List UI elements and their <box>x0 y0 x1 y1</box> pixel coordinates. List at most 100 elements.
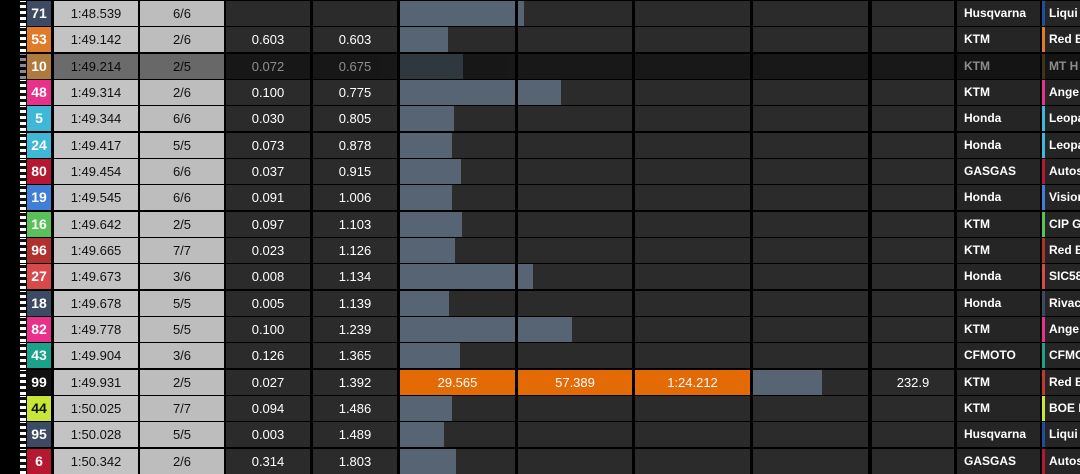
sector-2-cell <box>518 106 632 132</box>
team-cell: MT H <box>1042 53 1080 79</box>
lap-count: 2/5 <box>140 211 224 237</box>
team-name: Leopa <box>1049 111 1080 126</box>
rider-number: 10 <box>27 53 51 79</box>
table-row[interactable]: 99 1:49.931 2/5 0.027 1.392 29.565 57.389 1:24.… <box>0 369 1080 395</box>
table-row[interactable]: 441:50.0257/70.0941.486 KTM BOE M <box>0 395 1080 421</box>
team-name: Red B <box>1049 32 1080 47</box>
top-speed <box>872 132 954 158</box>
manufacturer-name: CFMOTO <box>957 343 1040 369</box>
sector-1-progress-bar <box>400 395 452 421</box>
top-speed <box>872 53 954 79</box>
best-lap-time: 1:50.025 <box>54 395 138 421</box>
sector-2-cell <box>518 185 632 211</box>
manufacturer-name: Honda <box>957 185 1040 211</box>
gap-to-previous: 0.073 <box>226 132 310 158</box>
checkered-flag-icon <box>20 316 26 342</box>
table-row[interactable]: 43 1:49.904 3/6 0.126 1.365 CFMOTO CFMO <box>0 343 1080 369</box>
team-name: Liqui <box>1049 427 1078 442</box>
gap-to-previous: 0.100 <box>226 316 310 342</box>
checkered-flag-icon <box>20 369 26 395</box>
sector-1-cell <box>400 132 515 158</box>
team-color-stripe <box>1042 211 1045 237</box>
team-name: CIP G <box>1049 216 1080 231</box>
sector-4-cell <box>753 290 868 316</box>
sector-2-time: 57.389 <box>518 369 632 395</box>
table-row[interactable]: 96 1:49.665 7/7 0.023 1.126 KTM Red B <box>0 237 1080 263</box>
table-row[interactable]: 241:49.4175/50.0730.878 Honda Leopa <box>0 132 1080 158</box>
team-cell: Ange <box>1042 316 1080 342</box>
rider-number: 27 <box>27 264 51 290</box>
table-row[interactable]: 18 1:49.678 5/5 0.005 1.139 Honda Rivac <box>0 290 1080 316</box>
sector-2-cell <box>518 158 632 184</box>
sector-3-cell <box>635 237 750 263</box>
table-row[interactable]: 16 1:49.642 2/5 0.097 1.103 KTM CIP G <box>0 211 1080 237</box>
checkered-flag-icon <box>20 158 26 184</box>
checkered-flag-icon <box>20 27 26 53</box>
best-lap-time: 1:49.545 <box>54 185 138 211</box>
lap-count: 3/6 <box>140 343 224 369</box>
sector-1-progress-bar <box>400 343 460 369</box>
sector-4-cell <box>753 448 868 474</box>
table-row[interactable]: 191:49.5456/60.0911.006 Honda Vision <box>0 185 1080 211</box>
best-lap-time: 1:49.314 <box>54 79 138 105</box>
team-name: Liqui <box>1049 6 1078 20</box>
sector-1-progress-bar <box>400 132 452 158</box>
sector-1-cell <box>400 237 515 263</box>
checkered-flag-icon <box>20 422 26 448</box>
gap-to-leader: 0.675 <box>313 53 397 79</box>
lap-count: 6/6 <box>140 158 224 184</box>
gap-to-leader: 1.392 <box>313 369 397 395</box>
sector-4-cell <box>753 106 868 132</box>
team-cell: Autos <box>1042 158 1080 184</box>
top-speed <box>872 422 954 448</box>
sector-4-cell <box>753 422 868 448</box>
gap-to-previous <box>226 1 310 26</box>
sector-2-cell <box>518 237 632 263</box>
sector-3-cell <box>635 290 750 316</box>
manufacturer-name: Honda <box>957 290 1040 316</box>
sector-1-cell <box>400 211 515 237</box>
table-row[interactable]: 51:49.3446/60.0300.805 Honda Leopa <box>0 106 1080 132</box>
checkered-flag-icon <box>20 448 26 474</box>
sector-1-cell <box>400 395 515 421</box>
manufacturer-name: Husqvarna <box>957 422 1040 448</box>
sector-2-cell <box>518 132 632 158</box>
gap-to-leader: 0.603 <box>313 27 397 53</box>
gap-to-previous: 0.094 <box>226 395 310 421</box>
table-row[interactable]: 71 1:48.539 6/6 Husqvarna Liqui <box>0 1 1080 26</box>
best-lap-time: 1:49.665 <box>54 237 138 263</box>
sector-3-cell <box>635 53 750 79</box>
team-cell: Liqui <box>1042 1 1080 26</box>
gap-to-leader: 1.139 <box>313 290 397 316</box>
table-row[interactable]: 48 1:49.314 2/6 0.100 0.775 KTM Ange <box>0 79 1080 105</box>
team-color-stripe <box>1042 290 1045 316</box>
team-color-stripe <box>1042 185 1045 211</box>
gap-to-leader: 0.878 <box>313 132 397 158</box>
sector-2-cell <box>518 264 632 290</box>
table-row[interactable]: 53 1:49.142 2/6 0.603 0.603 KTM Red B <box>0 27 1080 53</box>
gap-to-leader: 1.365 <box>313 343 397 369</box>
sector-2-cell <box>518 343 632 369</box>
top-speed <box>872 448 954 474</box>
team-color-stripe <box>1042 237 1045 263</box>
table-row[interactable]: 27 1:49.673 3/6 0.008 1.134 Honda SIC58 <box>0 264 1080 290</box>
gap-to-previous: 0.126 <box>226 343 310 369</box>
top-speed <box>872 264 954 290</box>
lap-count: 2/5 <box>140 53 224 79</box>
table-row[interactable]: 6 1:50.342 2/6 0.314 1.803 GASGAS Autos <box>0 448 1080 474</box>
top-speed <box>872 237 954 263</box>
best-lap-time: 1:49.678 <box>54 290 138 316</box>
best-lap-time: 1:50.342 <box>54 448 138 474</box>
table-row[interactable]: 10 1:49.214 2/5 0.072 0.675 KTM MT H <box>0 53 1080 79</box>
gap-to-leader: 1.134 <box>313 264 397 290</box>
table-row[interactable]: 80 1:49.454 6/6 0.037 0.915 GASGAS Autos <box>0 158 1080 184</box>
gap-to-previous: 0.603 <box>226 27 310 53</box>
manufacturer-name: KTM <box>957 395 1040 421</box>
table-row[interactable]: 95 1:50.028 5/5 0.003 1.489 Husqvarna Liqui <box>0 422 1080 448</box>
team-cell: Leopa <box>1042 106 1080 132</box>
best-lap-time: 1:49.778 <box>54 316 138 342</box>
table-row[interactable]: 82 1:49.778 5/5 0.100 1.239 KTM Ange <box>0 316 1080 342</box>
gap-to-leader: 1.803 <box>313 448 397 474</box>
sector-3-time: 1:24.212 <box>635 369 750 395</box>
sector-1-progress-bar <box>400 290 450 316</box>
